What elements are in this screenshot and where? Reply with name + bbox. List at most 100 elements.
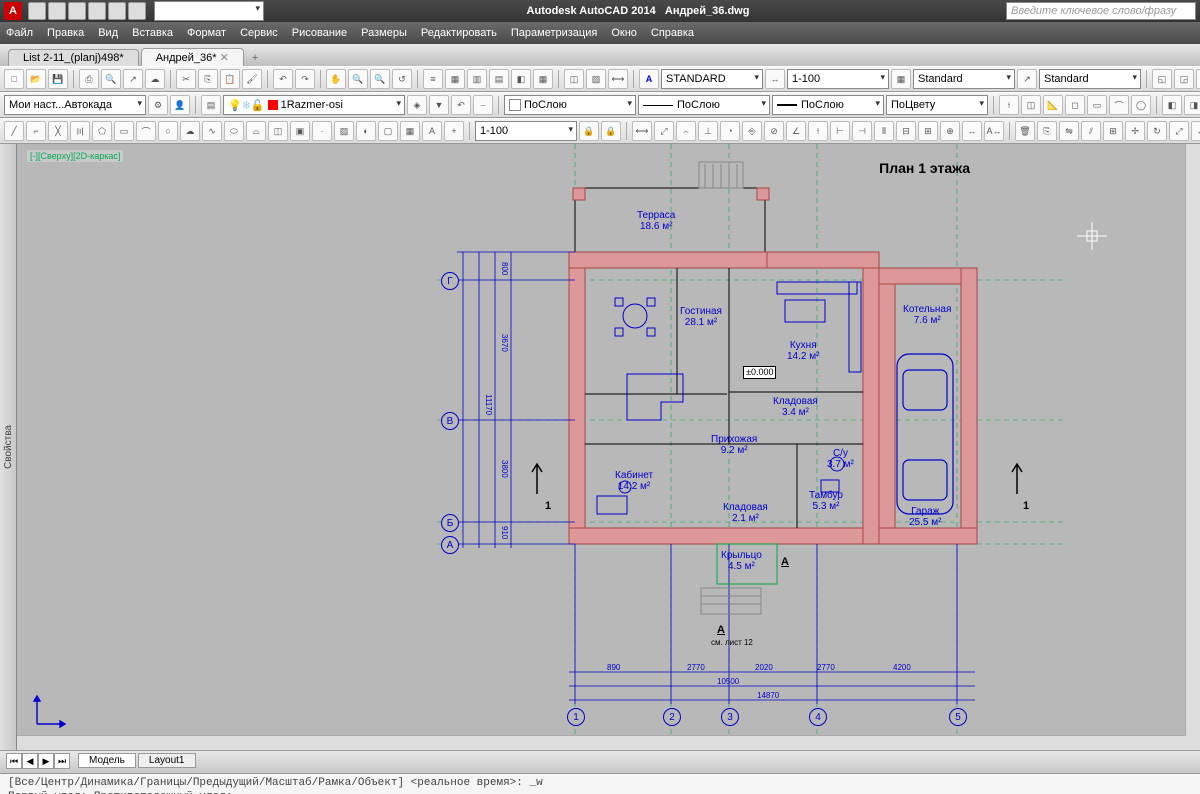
help-search-input[interactable]: Введите ключевое слово/фразу <box>1006 2 1196 20</box>
redo-icon[interactable] <box>128 2 146 20</box>
dim-edit-icon[interactable]: ↔ <box>962 121 982 141</box>
insert-icon[interactable]: ◫ <box>268 121 288 141</box>
plot-icon[interactable]: ⎙ <box>79 69 99 89</box>
menu-format[interactable]: Формат <box>187 27 226 39</box>
layout-prev-icon[interactable]: ◀ <box>22 753 38 769</box>
redo-icon[interactable]: ↷ <box>295 69 315 89</box>
ellipse-icon[interactable]: ⬭ <box>224 121 244 141</box>
dim-space-icon[interactable]: ⫴ <box>874 121 894 141</box>
open-file-icon[interactable]: 📂 <box>26 69 46 89</box>
copy-icon[interactable]: ⎘ <box>198 69 218 89</box>
dim-style-icon[interactable]: ↔ <box>765 69 785 89</box>
center-mark-icon[interactable]: ⊕ <box>940 121 960 141</box>
rect-icon[interactable]: ▭ <box>114 121 134 141</box>
menu-help[interactable]: Справка <box>651 27 694 39</box>
hatch-tool-icon[interactable]: ▨ <box>334 121 354 141</box>
layer-prev-icon[interactable]: ↶ <box>451 95 471 115</box>
file-tab-active[interactable]: Андрей_36* ✕ <box>141 48 244 66</box>
hatch-icon[interactable]: ▨ <box>586 69 606 89</box>
measure-5-icon[interactable]: ▭ <box>1087 95 1107 115</box>
measure-2-icon[interactable]: ◫ <box>1021 95 1041 115</box>
ws-my-icon[interactable]: 👤 <box>170 95 190 115</box>
text-style-icon[interactable]: A <box>639 69 659 89</box>
dim-ang-icon[interactable]: ∠ <box>786 121 806 141</box>
mline-icon[interactable]: 〣 <box>70 121 90 141</box>
zoom-prev-icon[interactable]: ↺ <box>392 69 412 89</box>
layer-iso-icon[interactable]: ▼ <box>429 95 449 115</box>
region-icon[interactable]: ▢ <box>378 121 398 141</box>
save-file-icon[interactable]: 💾 <box>48 69 68 89</box>
tb-misc-1-icon[interactable]: ◱ <box>1152 69 1172 89</box>
color-combo[interactable]: ПоСлою <box>504 95 636 115</box>
block-icon[interactable]: ◫ <box>564 69 584 89</box>
ellipse-arc-icon[interactable]: ⌓ <box>246 121 266 141</box>
publish-icon[interactable]: ↗ <box>123 69 143 89</box>
copy-obj-icon[interactable]: ⎘ <box>1037 121 1057 141</box>
offset-icon[interactable]: ⫽ <box>1081 121 1101 141</box>
add-sel-icon[interactable]: + <box>444 121 464 141</box>
menu-insert[interactable]: Вставка <box>132 27 173 39</box>
undo-icon[interactable]: ↶ <box>273 69 293 89</box>
scale-icon[interactable]: ⤢ <box>1169 121 1189 141</box>
menu-file[interactable]: Файл <box>6 27 33 39</box>
layer-combo[interactable]: 💡 ❄ 🔓 1Razmer-osi <box>223 95 405 115</box>
dim-cont-icon[interactable]: ⊣ <box>852 121 872 141</box>
menu-param[interactable]: Параметризация <box>511 27 597 39</box>
inq-1-icon[interactable]: ◧ <box>1162 95 1182 115</box>
lineweight-combo[interactable]: ПоСлою <box>772 95 884 115</box>
paste-icon[interactable]: 📋 <box>220 69 240 89</box>
undo-icon[interactable] <box>108 2 126 20</box>
measure-4-icon[interactable]: ◻ <box>1065 95 1085 115</box>
dim-break-icon[interactable]: ⊟ <box>896 121 916 141</box>
sheet-set-icon[interactable]: ▤ <box>489 69 509 89</box>
inq-2-icon[interactable]: ◨ <box>1184 95 1200 115</box>
measure-6-icon[interactable]: ⌒ <box>1109 95 1129 115</box>
table-icon[interactable]: ▦ <box>400 121 420 141</box>
make-block-icon[interactable]: ▣ <box>290 121 310 141</box>
zoom-icon[interactable]: 🔍 <box>348 69 368 89</box>
drawing-canvas[interactable]: [-][Сверху][2D-каркас] План 1 этажа <box>17 144 1200 750</box>
close-tab-icon[interactable]: ✕ <box>220 52 229 64</box>
print-icon[interactable] <box>88 2 106 20</box>
dim-linear-icon[interactable]: ⟷ <box>632 121 652 141</box>
point-icon[interactable]: · <box>312 121 332 141</box>
measure-3-icon[interactable]: 📐 <box>1043 95 1063 115</box>
tb-misc-3-icon[interactable]: ◳ <box>1196 69 1200 89</box>
layout-first-icon[interactable]: ⏮ <box>6 753 22 769</box>
gradient-icon[interactable]: ◐ <box>356 121 376 141</box>
new-icon[interactable] <box>28 2 46 20</box>
move-icon[interactable]: ✢ <box>1125 121 1145 141</box>
polygon-icon[interactable]: ⬠ <box>92 121 112 141</box>
cloud-icon[interactable]: ☁ <box>145 69 165 89</box>
mtext-icon[interactable]: A <box>422 121 442 141</box>
dim-aligned-icon[interactable]: ⤢ <box>654 121 674 141</box>
xline-icon[interactable]: ╳ <box>48 121 68 141</box>
dim-tedit-icon[interactable]: A↔ <box>984 121 1004 141</box>
measure-7-icon[interactable]: ◯ <box>1131 95 1151 115</box>
dim-dia-icon[interactable]: ⊘ <box>764 121 784 141</box>
props-icon[interactable]: ≡ <box>423 69 443 89</box>
tb-misc-2-icon[interactable]: ◲ <box>1174 69 1194 89</box>
layout-last-icon[interactable]: ⏭ <box>54 753 70 769</box>
menu-draw[interactable]: Рисование <box>292 27 347 39</box>
model-tab[interactable]: Модель <box>78 753 136 768</box>
arc-icon[interactable]: ⌒ <box>136 121 156 141</box>
markup-icon[interactable]: ◧ <box>511 69 531 89</box>
scrollbar-vertical[interactable] <box>1185 144 1200 750</box>
dim-ord-icon[interactable]: ⊥ <box>698 121 718 141</box>
dim-icon[interactable]: ⟷ <box>608 69 628 89</box>
save-icon[interactable] <box>68 2 86 20</box>
erase-icon[interactable]: 🗑 <box>1015 121 1035 141</box>
rotate-icon[interactable]: ↻ <box>1147 121 1167 141</box>
workspace-selector[interactable]: Мои настройки... <box>154 1 264 21</box>
anno-scale2-combo[interactable]: 1-100 <box>475 121 577 141</box>
table-style-icon[interactable]: ▦ <box>891 69 911 89</box>
line-icon[interactable]: ╱ <box>4 121 24 141</box>
properties-palette-tab[interactable]: Свойства <box>0 144 17 750</box>
ws-settings-icon[interactable]: ⚙ <box>148 95 168 115</box>
pline-icon[interactable]: ⌐ <box>26 121 46 141</box>
measure-1-icon[interactable]: ⟊ <box>999 95 1019 115</box>
preview-icon[interactable]: 🔍 <box>101 69 121 89</box>
text-style-combo[interactable]: STANDARD <box>661 69 763 89</box>
pan-icon[interactable]: ✋ <box>326 69 346 89</box>
